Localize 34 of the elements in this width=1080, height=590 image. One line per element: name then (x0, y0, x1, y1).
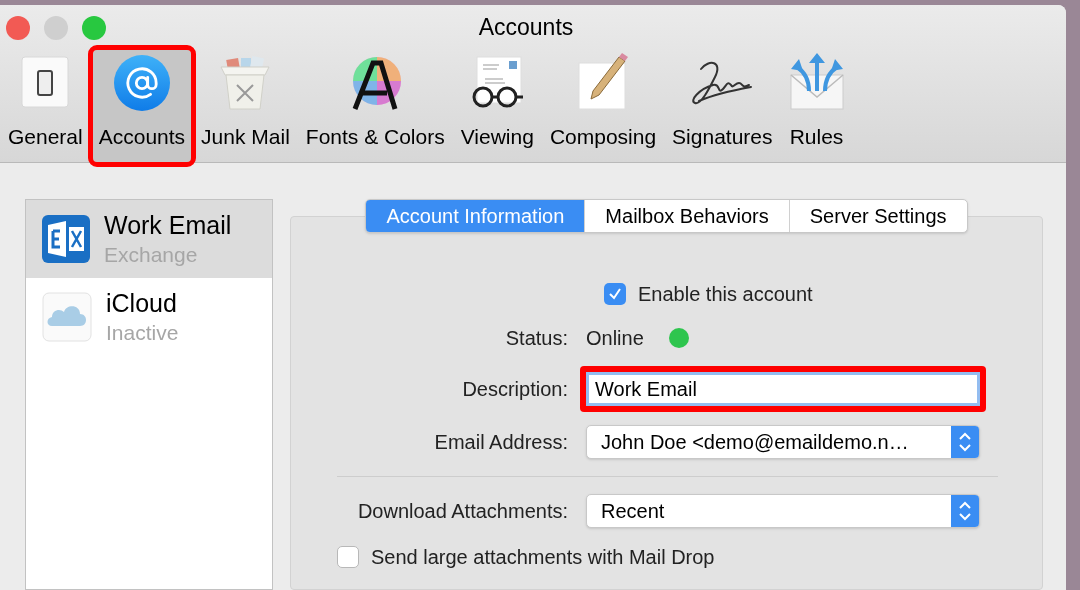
toolbar-item[interactable]: Junk Mail (195, 50, 296, 162)
cloud-icon (42, 292, 92, 342)
toolbar-item[interactable]: General (2, 50, 89, 162)
tab[interactable]: Server Settings (788, 200, 967, 232)
mail-drop-label: Send large attachments with Mail Drop (371, 545, 715, 570)
email-address-popup[interactable]: John Doe <demo@emaildemo.n… (586, 425, 980, 459)
checkbox[interactable] (604, 283, 626, 305)
description-label: Description: (461, 377, 569, 402)
account-item[interactable]: iCloud Inactive (26, 278, 272, 356)
zoom-button[interactable] (82, 16, 106, 40)
status-label: Status: (504, 326, 569, 351)
toolbar-item[interactable]: Fonts & Colors (299, 50, 451, 162)
stepper-arrows-icon (951, 495, 979, 527)
status-value: Online (586, 326, 644, 351)
window-title: Accounts (478, 13, 574, 43)
download-attachments-label: Download Attachments: (356, 499, 569, 524)
toolbar-item[interactable]: Composing (543, 50, 663, 162)
exchange-icon (42, 215, 90, 263)
toolbar-item[interactable]: Rules (782, 50, 851, 162)
toolbar-item[interactable]: Signatures (666, 50, 779, 162)
close-button[interactable] (6, 16, 30, 40)
minimize-button[interactable] (44, 16, 68, 40)
tab[interactable]: Mailbox Behaviors (584, 200, 789, 232)
stepper-arrows-icon (951, 426, 979, 458)
check-icon (608, 287, 622, 301)
email-address-label: Email Address: (433, 430, 569, 455)
account-name: Work Email (104, 210, 232, 242)
account-name: iCloud (106, 288, 178, 320)
toolbar-item[interactable]: Viewing (454, 50, 540, 162)
download-attachments-popup[interactable]: Recent (586, 494, 980, 528)
enable-account-label: Enable this account (638, 282, 813, 307)
checkbox[interactable] (337, 546, 359, 568)
description-field[interactable]: Work Email (586, 372, 980, 406)
account-type: Inactive (106, 319, 179, 346)
